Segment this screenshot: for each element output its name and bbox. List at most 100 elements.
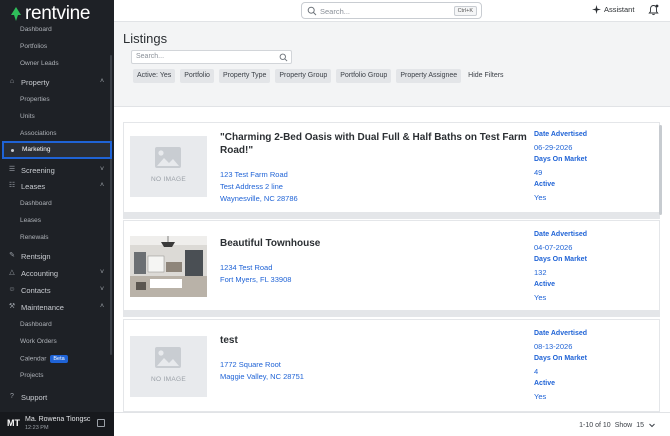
listing-card[interactable]: Beautiful Townhouse 1234 Test Road Fort …: [123, 220, 660, 311]
no-image-label: NO IMAGE: [151, 176, 186, 183]
sidebar: rentvine Dashboard Portfolios Owner Leads ⌂…: [0, 0, 114, 436]
sidebar-subitem-portfolios[interactable]: Portfolios: [20, 43, 47, 50]
chevron-down-icon[interactable]: ˅: [98, 286, 106, 294]
active-label: Active: [534, 181, 556, 188]
chevron-down-icon[interactable]: [648, 421, 656, 429]
filter-property-assignee[interactable]: Property Assignee: [396, 69, 462, 83]
sidebar-subitem-work-orders[interactable]: Work Orders: [20, 338, 57, 345]
sidebar-subitem-calendar[interactable]: Calendar Beta: [20, 355, 68, 363]
global-search-input[interactable]: Search... Ctrl+K: [301, 2, 482, 19]
listings-list: NO IMAGE "Charming 2-Bed Oasis with Dual…: [114, 107, 670, 412]
sidebar-subitem-units[interactable]: Units: [20, 113, 35, 120]
sidebar-item-accounting[interactable]: △ Accounting ˅: [8, 267, 108, 279]
date-advertised-value: 06-29-2026: [534, 143, 573, 152]
assistant-button[interactable]: Assistant: [592, 5, 634, 14]
page-size-label: Show: [614, 421, 633, 429]
date-advertised-value: 04-07-2026: [534, 243, 573, 252]
sidebar-item-rentsign[interactable]: ✎ Rentsign: [8, 250, 108, 262]
chevron-down-icon[interactable]: ˅: [98, 269, 106, 277]
listing-title[interactable]: test: [220, 334, 530, 347]
listing-address-line[interactable]: Test Address 2 line: [220, 182, 283, 191]
rentvine-logo[interactable]: rentvine: [9, 4, 91, 23]
sidebar-item-label: Contacts: [21, 285, 51, 295]
sidebar-subitem-dashboard[interactable]: Dashboard: [20, 200, 52, 207]
sidebar-item-screening[interactable]: ☰ Screening ˅: [8, 164, 108, 176]
notification-bell-icon[interactable]: [648, 4, 659, 16]
pen-icon: ✎: [9, 252, 15, 259]
global-search-placeholder: Search...: [320, 7, 351, 16]
no-image-placeholder: NO IMAGE: [130, 336, 207, 397]
page-size-select[interactable]: 15: [636, 422, 644, 429]
listing-address-line[interactable]: 1234 Test Road: [220, 263, 272, 272]
active-label: Active: [534, 281, 556, 288]
listing-address-line[interactable]: Fort Myers, FL 33908: [220, 275, 291, 284]
sidebar-item-label: Marketing: [22, 146, 51, 153]
sidebar-subitem-dashboard[interactable]: Dashboard: [20, 26, 52, 33]
sidebar-item-leases[interactable]: ☷ Leases ˄: [8, 180, 108, 192]
sidebar-item-label: Dashboard: [20, 321, 52, 328]
sidebar-item-maintenance[interactable]: ⚒ Maintenance ˄: [8, 301, 108, 313]
sidebar-item-label: Screening: [21, 165, 55, 175]
search-shortcut: Ctrl+K: [453, 6, 477, 16]
sidebar-item-label: Accounting: [21, 268, 59, 278]
sidebar-subitem-dashboard[interactable]: Dashboard: [20, 321, 52, 328]
listing-address-line[interactable]: 1772 Square Root: [220, 360, 281, 369]
sidebar-item-property[interactable]: ⌂ Property ˄: [8, 76, 108, 88]
chevron-up-icon[interactable]: ˄: [98, 182, 106, 190]
chevron-up-icon[interactable]: ˄: [98, 78, 106, 86]
filter-property-group[interactable]: Property Group: [275, 69, 332, 83]
sidebar-item-label: Work Orders: [20, 338, 57, 345]
chevron-down-icon[interactable]: ˅: [98, 166, 106, 174]
image-icon: [155, 347, 181, 368]
search-icon[interactable]: [279, 53, 288, 62]
active-value: Yes: [534, 293, 547, 302]
sidebar-item-support[interactable]: ? Support: [8, 391, 108, 403]
hide-filters-button[interactable]: Hide Filters: [466, 69, 503, 83]
no-image-label: NO IMAGE: [151, 376, 186, 383]
listing-card[interactable]: NO IMAGE "Charming 2-Bed Oasis with Dual…: [123, 122, 660, 213]
contacts-icon: ☺: [8, 286, 16, 293]
sidebar-subitem-associations[interactable]: Associations: [20, 130, 57, 137]
card-separator: [123, 311, 660, 317]
list-scrollbar[interactable]: [659, 125, 662, 215]
user-menu-icon[interactable]: [97, 419, 105, 427]
user-profile[interactable]: MT Ma. Rowena Tiongsc 12:23 PM: [0, 412, 114, 436]
image-icon: [155, 147, 181, 168]
listing-address-line[interactable]: 123 Test Farm Road: [220, 170, 288, 179]
days-on-market-label: Days On Market: [534, 256, 587, 263]
sidebar-subitem-owner-leads[interactable]: Owner Leads: [20, 60, 59, 67]
sidebar-subitem-projects[interactable]: Projects: [20, 372, 43, 379]
beta-badge: Beta: [50, 355, 68, 363]
listing-title[interactable]: Beautiful Townhouse: [220, 237, 530, 250]
listing-title[interactable]: "Charming 2-Bed Oasis with Dual Full & H…: [220, 131, 530, 157]
screening-icon: ☰: [8, 166, 16, 173]
filter-bar: Active: Yes Portfolio Property Type Prop…: [133, 69, 504, 83]
sidebar-scrollbar[interactable]: [110, 55, 112, 355]
sidebar-item-label: Dashboard: [20, 26, 52, 33]
chevron-up-icon[interactable]: ˄: [98, 303, 106, 311]
active-value: Yes: [534, 392, 547, 401]
sidebar-item-label: Owner Leads: [20, 60, 59, 67]
listing-address-line[interactable]: Maggie Valley, NC 28751: [220, 372, 304, 381]
sidebar-item-marketing[interactable]: Marketing: [2, 141, 112, 159]
sidebar-item-label: Properties: [20, 96, 50, 103]
user-name: Ma. Rowena Tiongsc: [25, 416, 91, 423]
listings-search-input[interactable]: Search...: [131, 50, 292, 64]
listing-card[interactable]: NO IMAGE test 1772 Square Root Maggie Va…: [123, 319, 660, 412]
filter-portfolio-group[interactable]: Portfolio Group: [336, 69, 392, 83]
sidebar-subitem-renewals[interactable]: Renewals: [20, 234, 49, 241]
active-value: Yes: [534, 193, 547, 202]
sidebar-item-label: Portfolios: [20, 43, 48, 50]
sidebar-subitem-properties[interactable]: Properties: [20, 96, 50, 103]
sidebar-item-label: Maintenance: [21, 302, 64, 312]
pagination-footer: 1-10 of 10 Show 15: [114, 412, 670, 436]
building-icon: ⌂: [9, 78, 15, 85]
sidebar-item-contacts[interactable]: ☺ Contacts ˅: [8, 284, 108, 296]
date-advertised-label: Date Advertised: [534, 131, 588, 138]
listing-address-line[interactable]: Waynesville, NC 28786: [220, 194, 298, 203]
filter-active[interactable]: Active: Yes: [133, 69, 176, 83]
filter-portfolio[interactable]: Portfolio: [180, 69, 214, 83]
listings-search-placeholder: Search...: [136, 53, 165, 60]
filter-property-type[interactable]: Property Type: [218, 69, 271, 83]
sidebar-subitem-leases[interactable]: Leases: [20, 217, 41, 224]
